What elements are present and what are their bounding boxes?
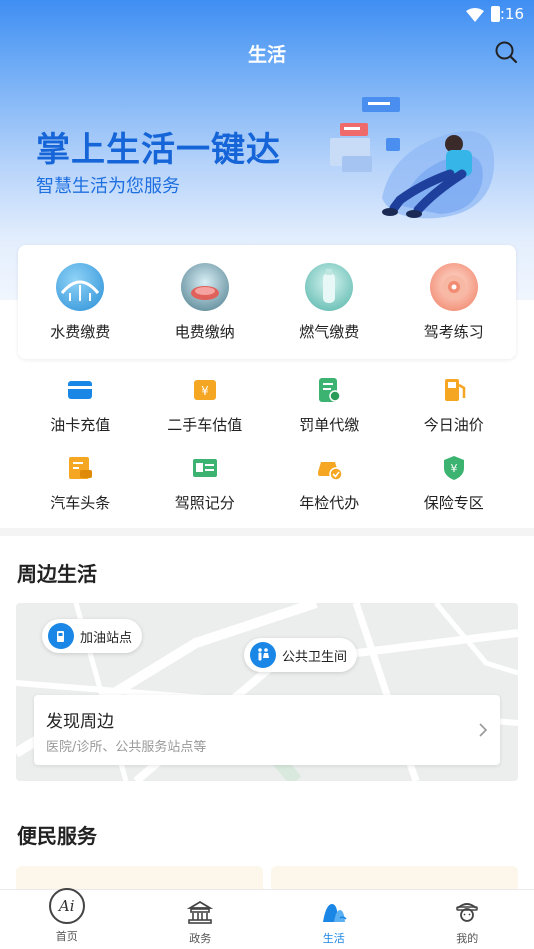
grid-label: 油卡充值 — [50, 416, 111, 434]
ticket-payment-icon — [319, 378, 341, 402]
grid-label: 驾照记分 — [174, 494, 235, 512]
water-bill-icon — [56, 263, 105, 311]
featured-label: 驾考练习 — [423, 323, 484, 341]
discover-title: 发现周边 — [46, 712, 114, 732]
grid-label: 保险专区 — [423, 494, 484, 512]
grid-item-used-car-valuation[interactable]: ¥ 二手车估值 — [143, 370, 268, 448]
featured-driving-test[interactable]: 驾考练习 — [392, 245, 517, 359]
featured-label: 电费缴纳 — [174, 323, 235, 341]
grid-item-license-points[interactable]: 驾照记分 — [143, 448, 268, 526]
poi-gas-station[interactable]: 加油站点 — [42, 619, 143, 653]
nearby-section-title: 周边生活 — [17, 562, 97, 586]
tab-home[interactable]: Ai 首页 — [0, 888, 134, 949]
tab-life[interactable]: 生活 — [267, 890, 401, 949]
page-title: 生活 — [247, 44, 286, 66]
featured-label: 水费缴费 — [50, 323, 111, 341]
life-icon — [322, 904, 347, 922]
grid-label: 年检代办 — [299, 494, 360, 512]
insurance-icon: ¥ — [443, 456, 464, 480]
banner-headline: 掌上生活一键达 — [36, 130, 281, 170]
annual-inspection-icon — [318, 462, 343, 481]
service-grid: 油卡充值 ¥ 二手车估值 罚单代缴 今日油价 汽车头条 驾照记分 年检代办 ¥ — [18, 370, 516, 526]
featured-water-bill[interactable]: 水费缴费 — [18, 245, 143, 359]
gas-station-icon — [48, 623, 74, 649]
grid-item-fuel-card[interactable]: 油卡充值 — [18, 370, 143, 448]
status-time: 3:16 — [490, 5, 524, 23]
wifi-icon — [466, 8, 484, 22]
grid-label: 今日油价 — [423, 416, 484, 434]
poi-label: 加油站点 — [80, 630, 133, 646]
car-news-icon — [69, 457, 93, 479]
bottom-tab-bar: Ai 首页 政务 生活 我的 — [0, 888, 534, 949]
section-divider — [0, 528, 534, 536]
oil-price-icon — [444, 379, 465, 401]
fuel-card-icon — [68, 381, 93, 399]
featured-gas-bill[interactable]: 燃气缴费 — [267, 245, 392, 359]
featured-label: 燃气缴费 — [299, 323, 360, 341]
gas-bill-icon — [305, 263, 354, 311]
profile-icon — [456, 903, 479, 922]
tab-profile[interactable]: 我的 — [401, 890, 534, 949]
driving-test-icon — [429, 263, 478, 311]
featured-services-card: 水费缴费 电费缴纳 燃气缴费 驾考练习 — [18, 245, 516, 359]
discover-nearby-card[interactable]: 发现周边 医院/诊所、公共服务站点等 — [34, 695, 500, 765]
status-bar: 3:16 — [0, 0, 534, 30]
grid-item-car-news[interactable]: 汽车头条 — [18, 448, 143, 526]
grid-label: 汽车头条 — [50, 494, 111, 512]
chevron-right-icon — [479, 723, 488, 737]
poi-public-toilet[interactable]: 公共卫生间 — [244, 638, 358, 672]
grid-item-ticket-payment[interactable]: 罚单代缴 — [267, 370, 392, 448]
electric-bill-icon — [180, 263, 229, 311]
grid-label: 二手车估值 — [167, 416, 243, 434]
svg-text:¥: ¥ — [450, 462, 457, 475]
home-logo-icon: Ai — [48, 888, 85, 924]
services-section-title: 便民服务 — [17, 824, 97, 848]
banner-illustration — [330, 97, 495, 219]
search-icon[interactable] — [494, 40, 518, 64]
used-car-valuation-icon: ¥ — [193, 380, 216, 400]
grid-label: 罚单代缴 — [299, 416, 360, 434]
tab-government[interactable]: 政务 — [134, 890, 268, 949]
discover-description: 医院/诊所、公共服务站点等 — [46, 740, 207, 755]
banner-subtitle: 智慧生活为您服务 — [36, 176, 180, 197]
tab-label: 政务 — [189, 932, 212, 945]
poi-label: 公共卫生间 — [282, 649, 348, 665]
grid-item-annual-inspection[interactable]: 年检代办 — [267, 448, 392, 526]
tab-label: 首页 — [55, 930, 78, 943]
svg-text:¥: ¥ — [201, 384, 209, 398]
license-points-icon — [192, 459, 217, 477]
featured-electric-bill[interactable]: 电费缴纳 — [143, 245, 268, 359]
toilet-icon — [250, 642, 276, 668]
grid-item-insurance[interactable]: ¥ 保险专区 — [392, 448, 517, 526]
tab-label: 生活 — [322, 932, 345, 945]
tab-label: 我的 — [456, 932, 479, 945]
grid-item-oil-price[interactable]: 今日油价 — [392, 370, 517, 448]
government-icon — [187, 900, 214, 924]
